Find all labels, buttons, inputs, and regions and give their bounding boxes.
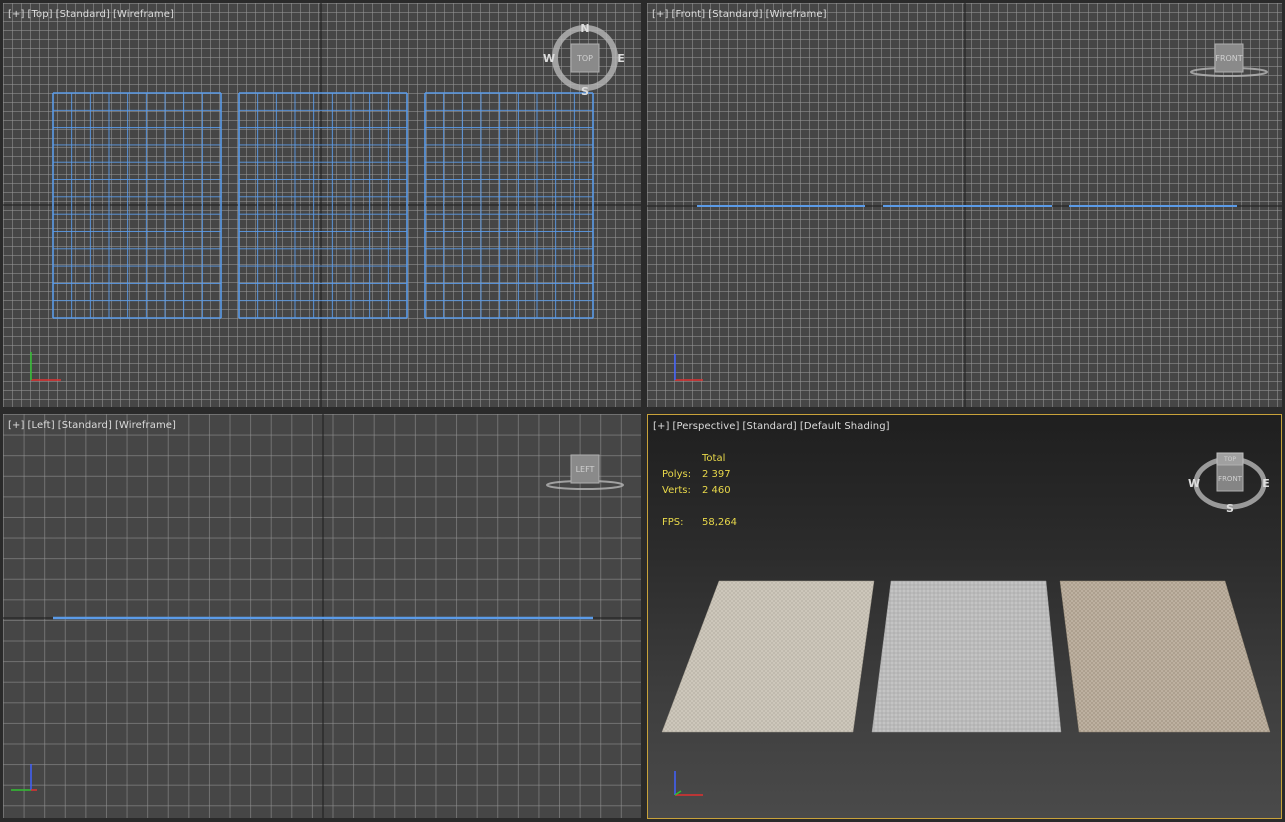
viewport-top[interactable]: [+] [Top] [Standard] [Wireframe] TOP N S E … <box>3 3 641 407</box>
viewport-perspective[interactable]: [+] [Perspective] [Standard] [Default Shadi… <box>647 414 1282 819</box>
viewcube-front-face-label: FRONT <box>1218 475 1243 483</box>
compass-west-label: W <box>543 52 555 65</box>
rug-beige[interactable] <box>661 580 875 733</box>
axis-tripod-icon <box>11 764 37 791</box>
front-view-canvas: FRONT <box>647 3 1282 407</box>
viewcube-left[interactable]: LEFT <box>546 454 624 490</box>
viewcube-perspective[interactable]: TOP FRONT S E W <box>1188 452 1270 515</box>
viewcube-face-label: FRONT <box>1215 54 1242 63</box>
axis-tripod-icon <box>674 771 703 796</box>
compass-east-label: E <box>617 52 625 65</box>
viewport-front[interactable]: [+] [Front] [Standard] [Wireframe] FRONT <box>647 3 1282 407</box>
compass-west-label: W <box>1188 477 1200 490</box>
compass-east-label: E <box>1262 477 1270 490</box>
viewcube-top[interactable]: TOP N S E W <box>543 22 625 98</box>
rug-taupe[interactable] <box>1059 580 1271 733</box>
top-view-canvas: TOP N S E W <box>3 3 641 407</box>
rug-grey[interactable] <box>871 580 1062 733</box>
viewport-left[interactable]: [+] [Left] [Standard] [Wireframe] LEFT <box>3 414 641 818</box>
left-view-canvas: LEFT <box>3 414 641 818</box>
axis-tripod-icon <box>30 352 61 381</box>
perspective-canvas: TOP FRONT S E W <box>661 452 1271 796</box>
viewcube-face-label: LEFT <box>576 465 595 474</box>
compass-north-label: N <box>580 22 589 35</box>
viewcube-front[interactable]: FRONT <box>1190 43 1268 77</box>
viewcube-face-label: TOP <box>576 54 593 63</box>
viewcube-top-face-label: TOP <box>1223 456 1236 463</box>
compass-south-label: S <box>581 85 589 98</box>
compass-south-label: S <box>1226 502 1234 515</box>
axis-tripod-icon <box>674 354 703 381</box>
